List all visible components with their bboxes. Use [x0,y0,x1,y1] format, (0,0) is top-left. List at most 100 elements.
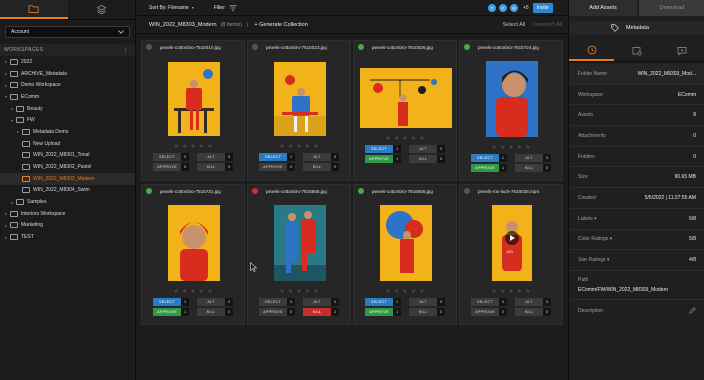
star-icon[interactable]: ★ [508,288,513,295]
select-all-button[interactable]: Select All [503,22,526,28]
select-button[interactable]: SELECT 1 [259,153,295,161]
asset-thumbnail[interactable] [274,62,326,136]
avatar[interactable]: R [509,3,519,13]
approve-button[interactable]: APPROVE 0 [153,163,189,171]
select-button[interactable]: SELECT 0 [259,298,295,306]
star-rating[interactable]: ★ ★ ★ ★ ★ [354,135,456,142]
tab-comments[interactable] [660,40,704,61]
star-icon[interactable]: ★ [411,135,416,142]
chevron-right-icon[interactable]: ▸ [3,59,9,64]
chevron-right-icon[interactable]: ▸ [3,211,9,216]
avatar[interactable]: T [487,3,497,13]
asset-card[interactable]: pexels-cottonbro-7510010.jpg ★ ★ ★ ★ ★ SELECT 0… [141,40,245,181]
tree-item[interactable]: ▸ Marketing [0,220,135,232]
tree-item[interactable]: WIN_2022_M8302_Pastel [0,161,135,173]
star-icon[interactable]: ★ [296,288,301,295]
color-label-dot[interactable] [464,44,470,50]
tree-item[interactable]: ▸ 2022 [0,56,135,68]
star-icon[interactable]: ★ [500,144,505,151]
star-icon[interactable]: ★ [207,143,212,150]
star-icon[interactable]: ★ [402,135,407,142]
description-row[interactable]: Description [569,300,704,322]
tree-item[interactable]: New Upload [0,138,135,150]
asset-thumbnail[interactable] [360,68,452,128]
star-icon[interactable]: ★ [386,288,391,295]
star-rating[interactable]: ★ ★ ★ ★ ★ [142,288,244,295]
asset-thumbnail[interactable]: 100 [492,205,532,281]
star-icon[interactable]: ★ [182,143,187,150]
star-icon[interactable]: ★ [525,288,530,295]
approve-button[interactable]: APPROVE 1 [471,164,507,172]
select-button[interactable]: SELECT 1 [365,145,401,153]
approve-button[interactable]: APPROVE 0 [471,308,507,316]
star-icon[interactable]: ★ [280,288,285,295]
star-icon[interactable]: ★ [280,143,285,150]
download-button[interactable]: Download [639,0,704,16]
filter-button[interactable]: Filter [214,5,237,11]
color-label-dot[interactable] [252,44,258,50]
sort-dropdown[interactable]: Sort By: Filename ▾ [149,5,194,11]
alt-button[interactable]: ALT 0 [515,154,551,162]
select-button[interactable]: SELECT 0 [153,153,189,161]
star-icon[interactable]: ★ [394,288,399,295]
asset-thumbnail[interactable] [168,62,220,136]
star-icon[interactable]: ★ [182,288,187,295]
kill-button[interactable]: KILL 1 [303,308,339,316]
asset-card[interactable]: pexels-cottonbro-7516566.jpg ★ ★ ★ ★ ★ SELECT 1… [353,184,457,325]
invite-button[interactable]: Invite [532,3,553,13]
chevron-down-icon[interactable]: ▾ [3,94,9,99]
tree-item[interactable]: ▸ Demo Workspace [0,79,135,91]
asset-card[interactable]: pexels-cottonbro-7515731.jpg ★ ★ ★ ★ ★ SELECT 1… [141,184,245,325]
asset-card[interactable]: pexels-cottonbro-7510023.jpg ★ ★ ★ ★ ★ SELECT 1… [247,40,351,181]
tab-layers[interactable] [68,0,136,19]
kill-button[interactable]: KILL 0 [303,163,339,171]
star-icon[interactable]: ★ [288,288,293,295]
color-label-dot[interactable] [464,188,470,194]
star-icon[interactable]: ★ [492,144,497,151]
approve-button[interactable]: APPROVE 1 [365,155,401,163]
approve-button[interactable]: APPROVE 1 [153,308,189,316]
star-icon[interactable]: ★ [386,135,391,142]
star-icon[interactable]: ★ [419,288,424,295]
star-icon[interactable]: ★ [394,135,399,142]
alt-button[interactable]: ALT 0 [197,153,233,161]
tree-item[interactable]: WIN_2022_M8301_Tonal [0,150,135,162]
alt-button[interactable]: ALT 0 [197,298,233,306]
star-icon[interactable]: ★ [174,288,179,295]
star-icon[interactable]: ★ [207,288,212,295]
asset-thumbnail[interactable] [486,61,538,137]
star-rating[interactable]: ★ ★ ★ ★ ★ [142,143,244,150]
tree-item[interactable]: WIN_2022_M8303_Modern [0,172,135,185]
star-icon[interactable]: ★ [288,143,293,150]
metadata-row[interactable]: Color Ratings ▾ 5/8 [569,230,704,251]
star-rating[interactable]: ★ ★ ★ ★ ★ [460,288,562,295]
star-icon[interactable]: ★ [517,144,522,151]
approve-button[interactable]: APPROVE 0 [259,163,295,171]
star-icon[interactable]: ★ [190,288,195,295]
kill-button[interactable]: KILL 0 [515,308,551,316]
star-icon[interactable]: ★ [199,143,204,150]
star-icon[interactable]: ★ [296,143,301,150]
generate-collection-button[interactable]: + Generate Collection [254,22,307,28]
approve-button[interactable]: APPROVE 0 [259,308,295,316]
more-vertical-icon[interactable]: ⋮ [123,47,129,54]
select-button[interactable]: SELECT 1 [365,298,401,306]
alt-button[interactable]: ALT 0 [515,298,551,306]
tree-item[interactable]: ▸ Beauty [0,103,135,115]
tree-item[interactable]: WIN_2022_M8304_Swim [0,185,135,197]
avatar[interactable]: F [498,3,508,13]
asset-card[interactable]: pexels-cottonbro-7515724.jpg ★ ★ ★ ★ ★ SELECT 1… [459,40,563,181]
tab-settings[interactable] [614,40,659,61]
kill-button[interactable]: KILL 0 [409,308,445,316]
star-rating[interactable]: ★ ★ ★ ★ ★ [248,288,350,295]
star-icon[interactable]: ★ [492,288,497,295]
deselect-all-button[interactable]: Deselect All [533,22,562,28]
tree-item[interactable]: ▸ Interiors Workspace [0,208,135,220]
more-collaborators[interactable]: +5 [523,5,529,11]
alt-button[interactable]: ALT 0 [409,145,445,153]
star-icon[interactable]: ★ [419,135,424,142]
add-assets-button[interactable]: Add Assets [569,0,637,16]
star-icon[interactable]: ★ [508,144,513,151]
chevron-right-icon[interactable]: ▸ [9,106,15,111]
tree-item[interactable]: ▸ ARCHIVE_Metadata [0,68,135,80]
